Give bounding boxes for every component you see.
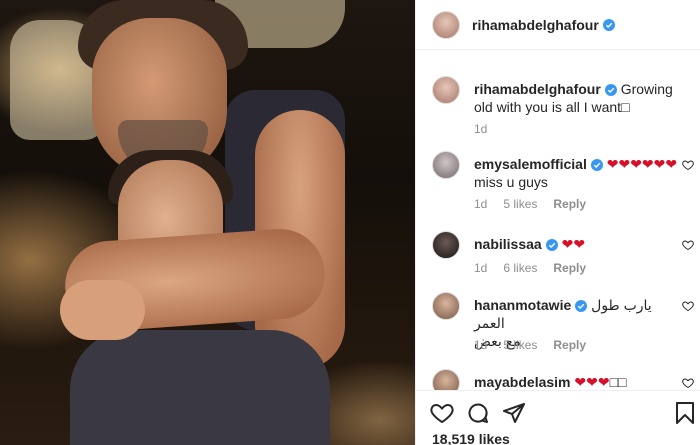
woman-hand bbox=[60, 280, 145, 340]
like-comment-heart-icon[interactable] bbox=[682, 300, 694, 312]
likes-count[interactable]: 18,519 likes bbox=[432, 431, 510, 445]
reply-button[interactable]: Reply bbox=[553, 197, 586, 211]
comment-row: mayabdelasim ❤❤❤□□ bbox=[432, 369, 694, 390]
caption-emoji: □ bbox=[621, 99, 630, 115]
comment-meta: 1d 6 likes Reply bbox=[474, 261, 586, 275]
comments-list[interactable]: rihamabdelghafour Growing old with you i… bbox=[416, 51, 700, 390]
comment-time[interactable]: 1d bbox=[474, 338, 487, 352]
woman-shirt bbox=[70, 330, 330, 445]
like-comment-heart-icon[interactable] bbox=[682, 239, 694, 251]
save-bookmark-icon[interactable] bbox=[675, 401, 695, 425]
commenter-avatar[interactable] bbox=[432, 151, 460, 179]
caption-row: rihamabdelghafour Growing old with you i… bbox=[432, 76, 694, 146]
share-icon[interactable] bbox=[502, 401, 526, 425]
like-comment-heart-icon[interactable] bbox=[682, 377, 694, 389]
commenter-avatar[interactable] bbox=[432, 292, 460, 320]
post-photo[interactable] bbox=[0, 0, 415, 445]
comment-username[interactable]: emysalemofficial bbox=[474, 156, 587, 172]
verified-badge-icon bbox=[604, 84, 617, 97]
caption-meta: 1d bbox=[474, 122, 487, 136]
verified-badge-icon bbox=[590, 159, 603, 172]
caption-time[interactable]: 1d bbox=[474, 122, 487, 136]
caption-username[interactable]: rihamabdelghafour bbox=[474, 81, 601, 97]
comment-emoji: □□ bbox=[609, 374, 627, 390]
verified-badge-icon bbox=[545, 239, 558, 252]
comment-body: miss u guys bbox=[474, 174, 548, 190]
like-heart-icon[interactable] bbox=[430, 401, 454, 425]
comment-icon[interactable] bbox=[466, 401, 490, 425]
comment-time[interactable]: 1d bbox=[474, 261, 487, 275]
comment-meta: 1d 5 likes Reply bbox=[474, 338, 586, 352]
post-actions-bar: 18,519 likes bbox=[416, 390, 700, 445]
like-comment-heart-icon[interactable] bbox=[682, 159, 694, 171]
author-username[interactable]: rihamabdelghafour bbox=[472, 17, 599, 33]
comment-text: nabilissaa ❤❤ bbox=[474, 235, 679, 253]
caption-text: rihamabdelghafour Growing old with you i… bbox=[474, 80, 679, 116]
reply-button[interactable]: Reply bbox=[553, 261, 586, 275]
comment-text: mayabdelasim ❤❤❤□□ bbox=[474, 373, 679, 390]
comment-username[interactable]: mayabdelasim bbox=[474, 374, 571, 390]
comment-hearts: ❤❤ bbox=[561, 236, 586, 252]
post-side-panel: rihamabdelghafour rihamabdelghafour Grow… bbox=[415, 0, 700, 445]
comment-likes[interactable]: 5 likes bbox=[503, 338, 537, 352]
comment-hearts: ❤❤❤❤❤❤ bbox=[606, 156, 678, 172]
post-header: rihamabdelghafour bbox=[416, 0, 700, 50]
comment-username[interactable]: nabilissaa bbox=[474, 236, 542, 252]
reply-button[interactable]: Reply bbox=[553, 338, 586, 352]
verified-badge-icon bbox=[602, 18, 615, 31]
comment-username[interactable]: hananmotawie bbox=[474, 297, 571, 313]
commenter-avatar[interactable] bbox=[432, 369, 460, 390]
author-avatar[interactable] bbox=[432, 10, 460, 39]
comment-time[interactable]: 1d bbox=[474, 197, 487, 211]
comment-text: emysalemofficial ❤❤❤❤❤❤ miss u guys bbox=[474, 155, 679, 191]
comment-row: hananmotawie يارب طول العمر مع بعض 1d 5 … bbox=[432, 292, 694, 356]
comment-row: nabilissaa ❤❤ 1d 6 likes Reply bbox=[432, 231, 694, 281]
comment-row: emysalemofficial ❤❤❤❤❤❤ miss u guys 1d 5… bbox=[432, 151, 694, 215]
comment-hearts: ❤❤❤ bbox=[574, 374, 610, 390]
comment-meta: 1d 5 likes Reply bbox=[474, 197, 586, 211]
verified-badge-icon bbox=[575, 300, 588, 313]
author-avatar[interactable] bbox=[432, 76, 460, 104]
comment-likes[interactable]: 5 likes bbox=[503, 197, 537, 211]
commenter-avatar[interactable] bbox=[432, 231, 460, 259]
comment-likes[interactable]: 6 likes bbox=[503, 261, 537, 275]
